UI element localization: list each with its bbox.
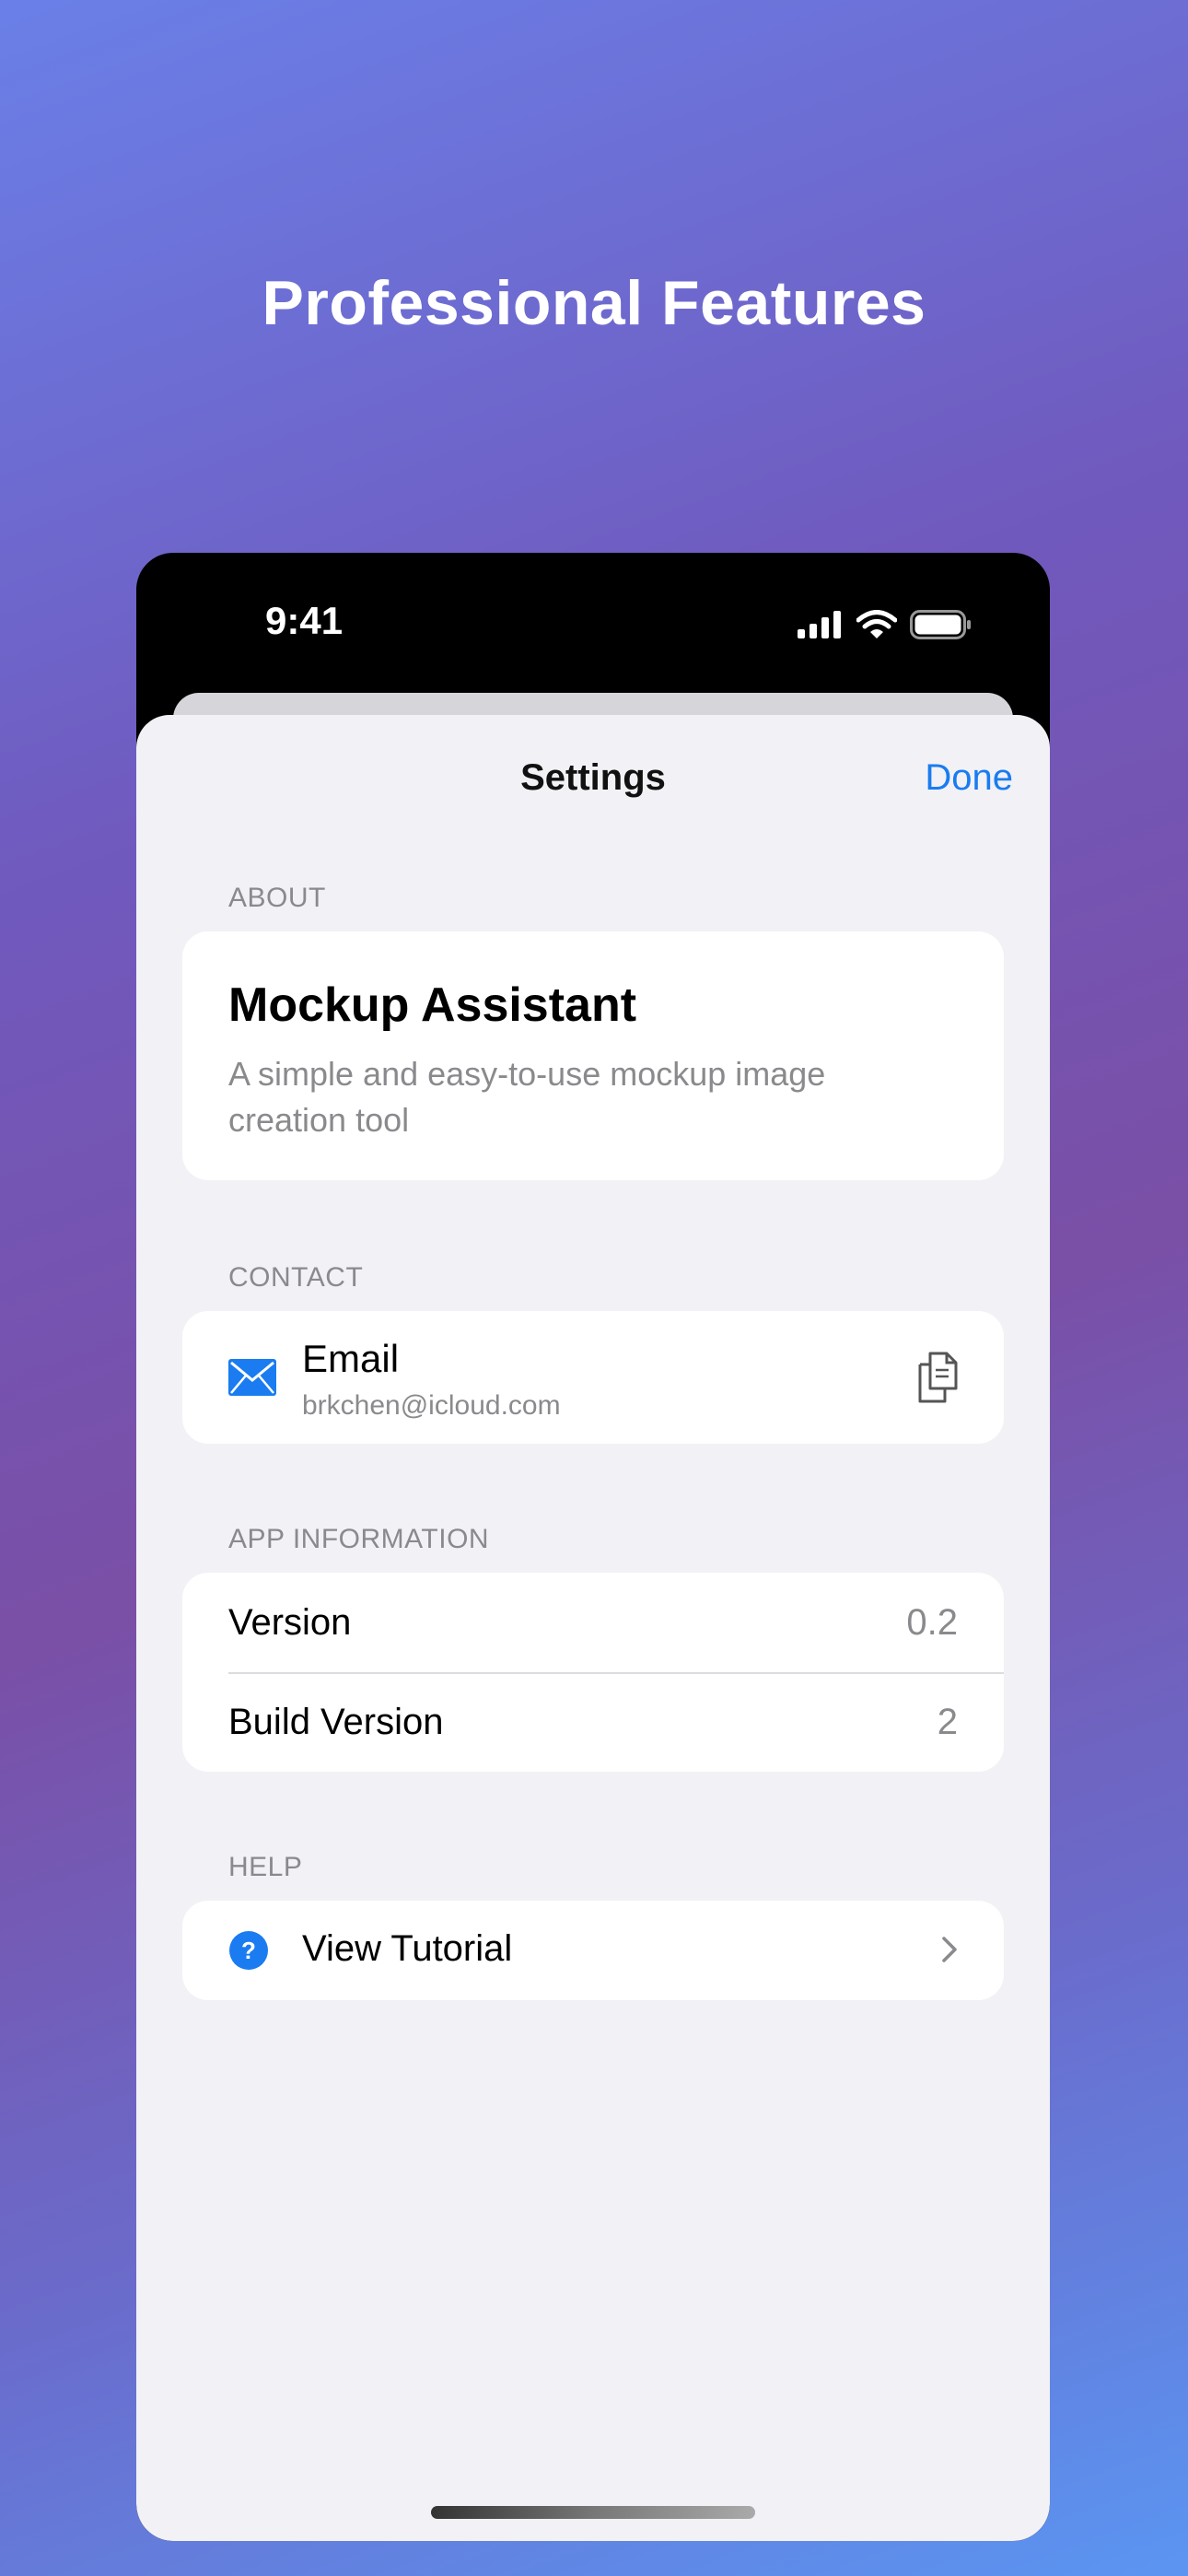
about-card: Mockup Assistant A simple and easy-to-us… [182,931,1004,1180]
marketing-headline: Professional Features [262,268,926,338]
version-value: 0.2 [906,1602,958,1643]
done-button[interactable]: Done [925,757,1013,799]
settings-sheet: Settings Done ABOUT Mockup Assistant A s… [136,715,1050,2541]
view-tutorial-row[interactable]: ? View Tutorial [182,1901,1004,2000]
copy-icon[interactable] [917,1352,958,1403]
phone-frame: 9:41 Settings Done ABOUT Mockup Assistan… [136,553,1050,2541]
app-information-card: Version 0.2 Build Version 2 [182,1573,1004,1772]
home-indicator [431,2506,755,2519]
build-version-value: 2 [937,1702,958,1742]
question-circle-icon: ? [229,1931,268,1970]
section-header-help: HELP [228,1852,303,1882]
section-header-contact: CONTACT [228,1262,364,1293]
build-version-label: Build Version [228,1702,444,1742]
status-bar: 9:41 [136,553,1050,709]
app-description: A simple and easy-to-use mockup image cr… [228,1055,826,1139]
build-version-row: Build Version 2 [182,1672,1004,1772]
email-label: Email [302,1337,400,1380]
chevron-right-icon [942,1937,957,1962]
status-icons [798,610,973,639]
nav-title: Settings [520,757,666,798]
svg-text:?: ? [241,1937,256,1964]
app-name: Mockup Assistant [228,978,637,1032]
envelope-icon [228,1359,276,1396]
wifi-icon [856,610,897,638]
cellular-signal-icon [798,611,841,638]
contact-email-row[interactable]: Email brkchen@icloud.com [182,1311,1004,1444]
section-header-about: ABOUT [228,883,326,913]
section-header-app-information: APP INFORMATION [228,1524,490,1554]
status-time: 9:41 [265,599,344,642]
view-tutorial-label: View Tutorial [302,1928,513,1969]
battery-icon [910,610,971,639]
version-row: Version 0.2 [182,1573,1004,1674]
email-value: brkchen@icloud.com [302,1390,561,1421]
version-label: Version [228,1602,352,1643]
